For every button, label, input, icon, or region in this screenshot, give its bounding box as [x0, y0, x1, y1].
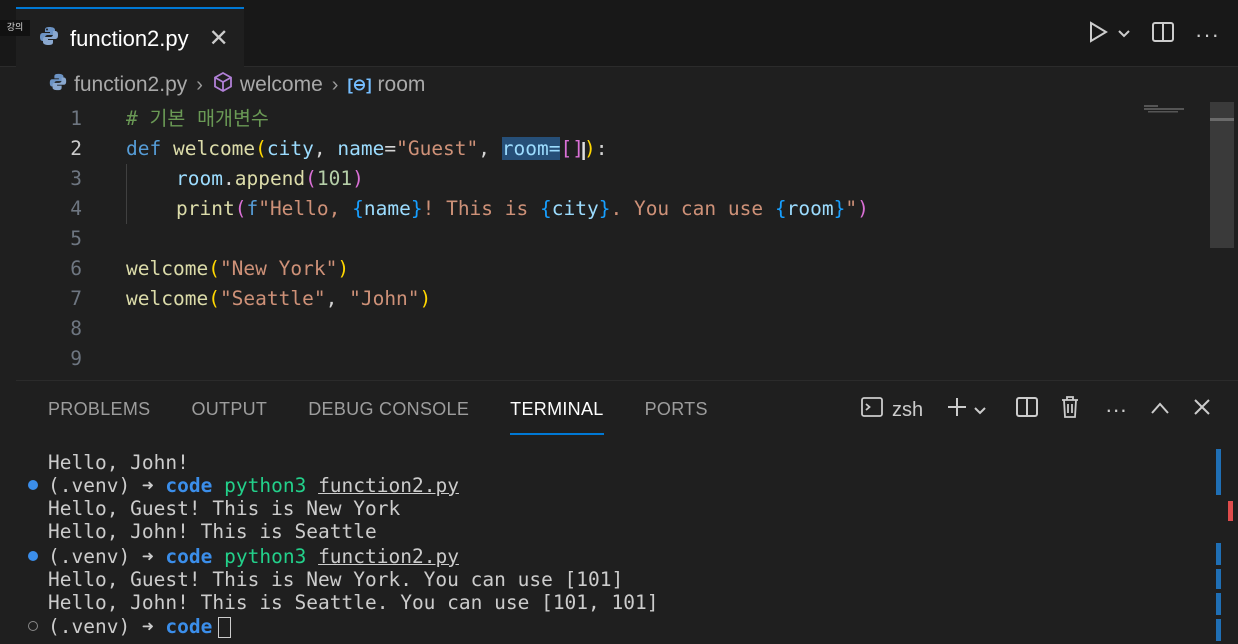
code-editor[interactable]: 1 # 기본 매개변수 2 def welcome(city, name="Gues…	[16, 102, 1210, 378]
tab-terminal[interactable]: TERMINAL	[510, 399, 604, 435]
plus-icon[interactable]	[945, 395, 969, 425]
tab-ports[interactable]: PORTS	[645, 399, 708, 433]
python-file-icon	[48, 72, 68, 98]
line-number: 6	[70, 257, 82, 280]
more-icon[interactable]: ···	[1105, 397, 1127, 423]
code-line: # 기본 매개변수	[126, 107, 269, 130]
scrollbar-decoration	[1216, 569, 1221, 589]
lecture-badge: 강의	[0, 20, 30, 36]
symbol-variable-icon: [⊖]	[347, 77, 372, 94]
terminal-prompt: (.venv) ➜ code	[48, 615, 232, 638]
line-number: 4	[70, 197, 82, 220]
chevron-up-icon[interactable]	[1149, 399, 1171, 422]
line-number: 2	[70, 137, 82, 160]
tab-filename: function2.py	[70, 25, 189, 51]
indent-guide	[126, 164, 127, 224]
run-icon[interactable]	[1087, 20, 1109, 49]
code-line: welcome("Seattle", "John")	[126, 287, 432, 310]
symbol-method-icon	[212, 71, 234, 99]
command-success-dot[interactable]	[28, 551, 38, 561]
scrollbar-decoration	[1216, 449, 1221, 495]
terminal-line: Hello, Guest! This is New York	[48, 497, 401, 520]
code-line: def welcome(city, name="Guest", room=[])…	[126, 137, 608, 160]
breadcrumb-symbol[interactable]: welcome	[240, 73, 323, 97]
line-number: 7	[70, 287, 82, 310]
line-number: 9	[70, 347, 82, 370]
selected-text: room=	[501, 137, 561, 160]
breadcrumb-variable[interactable]: room	[378, 73, 426, 97]
chevron-down-icon[interactable]	[1117, 26, 1131, 44]
split-editor-icon[interactable]	[1151, 20, 1175, 49]
scrollbar-decoration	[1228, 501, 1233, 521]
code-line: welcome("New York")	[126, 257, 350, 280]
split-terminal-icon[interactable]	[1015, 395, 1039, 425]
trash-icon[interactable]	[1059, 395, 1081, 425]
command-success-dot[interactable]	[28, 480, 38, 490]
bottom-panel: PROBLEMS OUTPUT DEBUG CONSOLE TERMINAL P…	[16, 380, 1238, 644]
code-line: print(f"Hello, {name}! This is {city}. Y…	[176, 197, 869, 220]
terminal-cursor	[218, 617, 232, 638]
shell-name[interactable]: zsh	[892, 399, 923, 422]
terminal-line: Hello, Guest! This is New York. You can …	[48, 568, 624, 591]
terminal-prompt: (.venv) ➜ code python3 function2.py	[48, 474, 459, 497]
breadcrumb-file[interactable]: function2.py	[74, 73, 187, 97]
scrollbar-decoration	[1216, 593, 1221, 615]
chevron-right-icon: ›	[196, 73, 203, 96]
line-number: 1	[70, 107, 82, 130]
chevron-down-icon[interactable]	[973, 399, 987, 422]
line-number: 3	[70, 167, 82, 190]
panel-tabs: PROBLEMS OUTPUT DEBUG CONSOLE TERMINAL P…	[48, 399, 749, 435]
panel-actions: zsh ···	[860, 395, 1211, 425]
more-icon[interactable]: ···	[1195, 22, 1220, 48]
editor-tab-bar: function2.py ✕ ···	[0, 0, 1238, 68]
line-number: 8	[70, 317, 82, 340]
tab-output[interactable]: OUTPUT	[191, 399, 267, 433]
tab-debug-console[interactable]: DEBUG CONSOLE	[308, 399, 469, 433]
scrollbar-decoration	[1216, 619, 1221, 641]
terminal-line: Hello, John! This is Seattle. You can us…	[48, 591, 659, 614]
minimap[interactable]	[1144, 102, 1188, 113]
editor-scrollbar[interactable]	[1210, 102, 1234, 248]
python-file-icon	[38, 25, 60, 52]
scrollbar-decoration	[1216, 543, 1221, 565]
breadcrumb: function2.py › welcome › [⊖] room	[48, 70, 425, 100]
code-line: room.append(101)	[176, 167, 364, 190]
terminal-icon[interactable]	[860, 395, 884, 425]
command-pending-dot	[28, 621, 38, 631]
terminal-line: Hello, John! This is Seattle	[48, 520, 377, 543]
close-icon[interactable]	[1193, 398, 1211, 422]
terminal-prompt: (.venv) ➜ code python3 function2.py	[48, 545, 459, 568]
mouse-ibeam-cursor: I	[580, 136, 588, 166]
editor-actions: ···	[1087, 20, 1220, 49]
terminal-line: Hello, John!	[48, 451, 189, 474]
close-icon[interactable]: ✕	[209, 24, 229, 53]
chevron-right-icon: ›	[331, 73, 339, 96]
line-number: 5	[70, 227, 82, 250]
editor-tab[interactable]: function2.py ✕	[16, 7, 244, 68]
tab-problems[interactable]: PROBLEMS	[48, 399, 150, 433]
